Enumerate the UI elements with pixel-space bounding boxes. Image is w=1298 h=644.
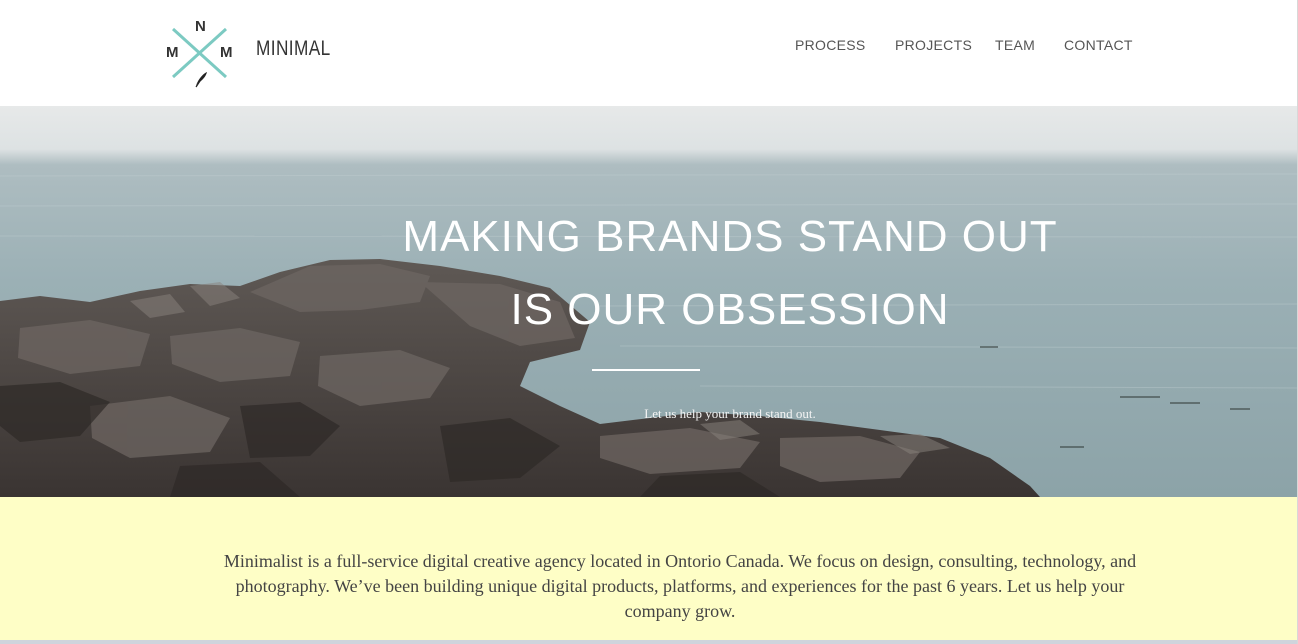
- page: N M M MINIMAL PROCESS PROJECTS TEAM CONT…: [0, 0, 1298, 644]
- hero-divider: [592, 369, 700, 371]
- feather-icon: [195, 72, 207, 88]
- logo-letter-top: N: [195, 18, 206, 35]
- nav-item-projects[interactable]: PROJECTS: [895, 37, 972, 53]
- bottom-divider: [0, 640, 1298, 644]
- nav-item-process[interactable]: PROCESS: [795, 37, 866, 53]
- main-nav: PROCESS PROJECTS TEAM CONTACT: [0, 37, 1298, 57]
- nav-item-contact[interactable]: CONTACT: [1064, 37, 1133, 53]
- nav-item-team[interactable]: TEAM: [995, 37, 1035, 53]
- about-text: Minimalist is a full-service digital cre…: [223, 551, 1137, 621]
- site-header: N M M MINIMAL PROCESS PROJECTS TEAM CONT…: [0, 0, 1298, 106]
- hero-subtitle: Let us help your brand stand out.: [644, 406, 816, 421]
- hero-section: MAKING BRANDS STAND OUT IS OUR OBSESSION…: [0, 106, 1298, 497]
- about-section: Minimalist is a full-service digital cre…: [0, 497, 1298, 640]
- hero-title-line-2: IS OUR OBSESSION: [510, 285, 950, 334]
- hero-title-line-1: MAKING BRANDS STAND OUT: [402, 212, 1058, 261]
